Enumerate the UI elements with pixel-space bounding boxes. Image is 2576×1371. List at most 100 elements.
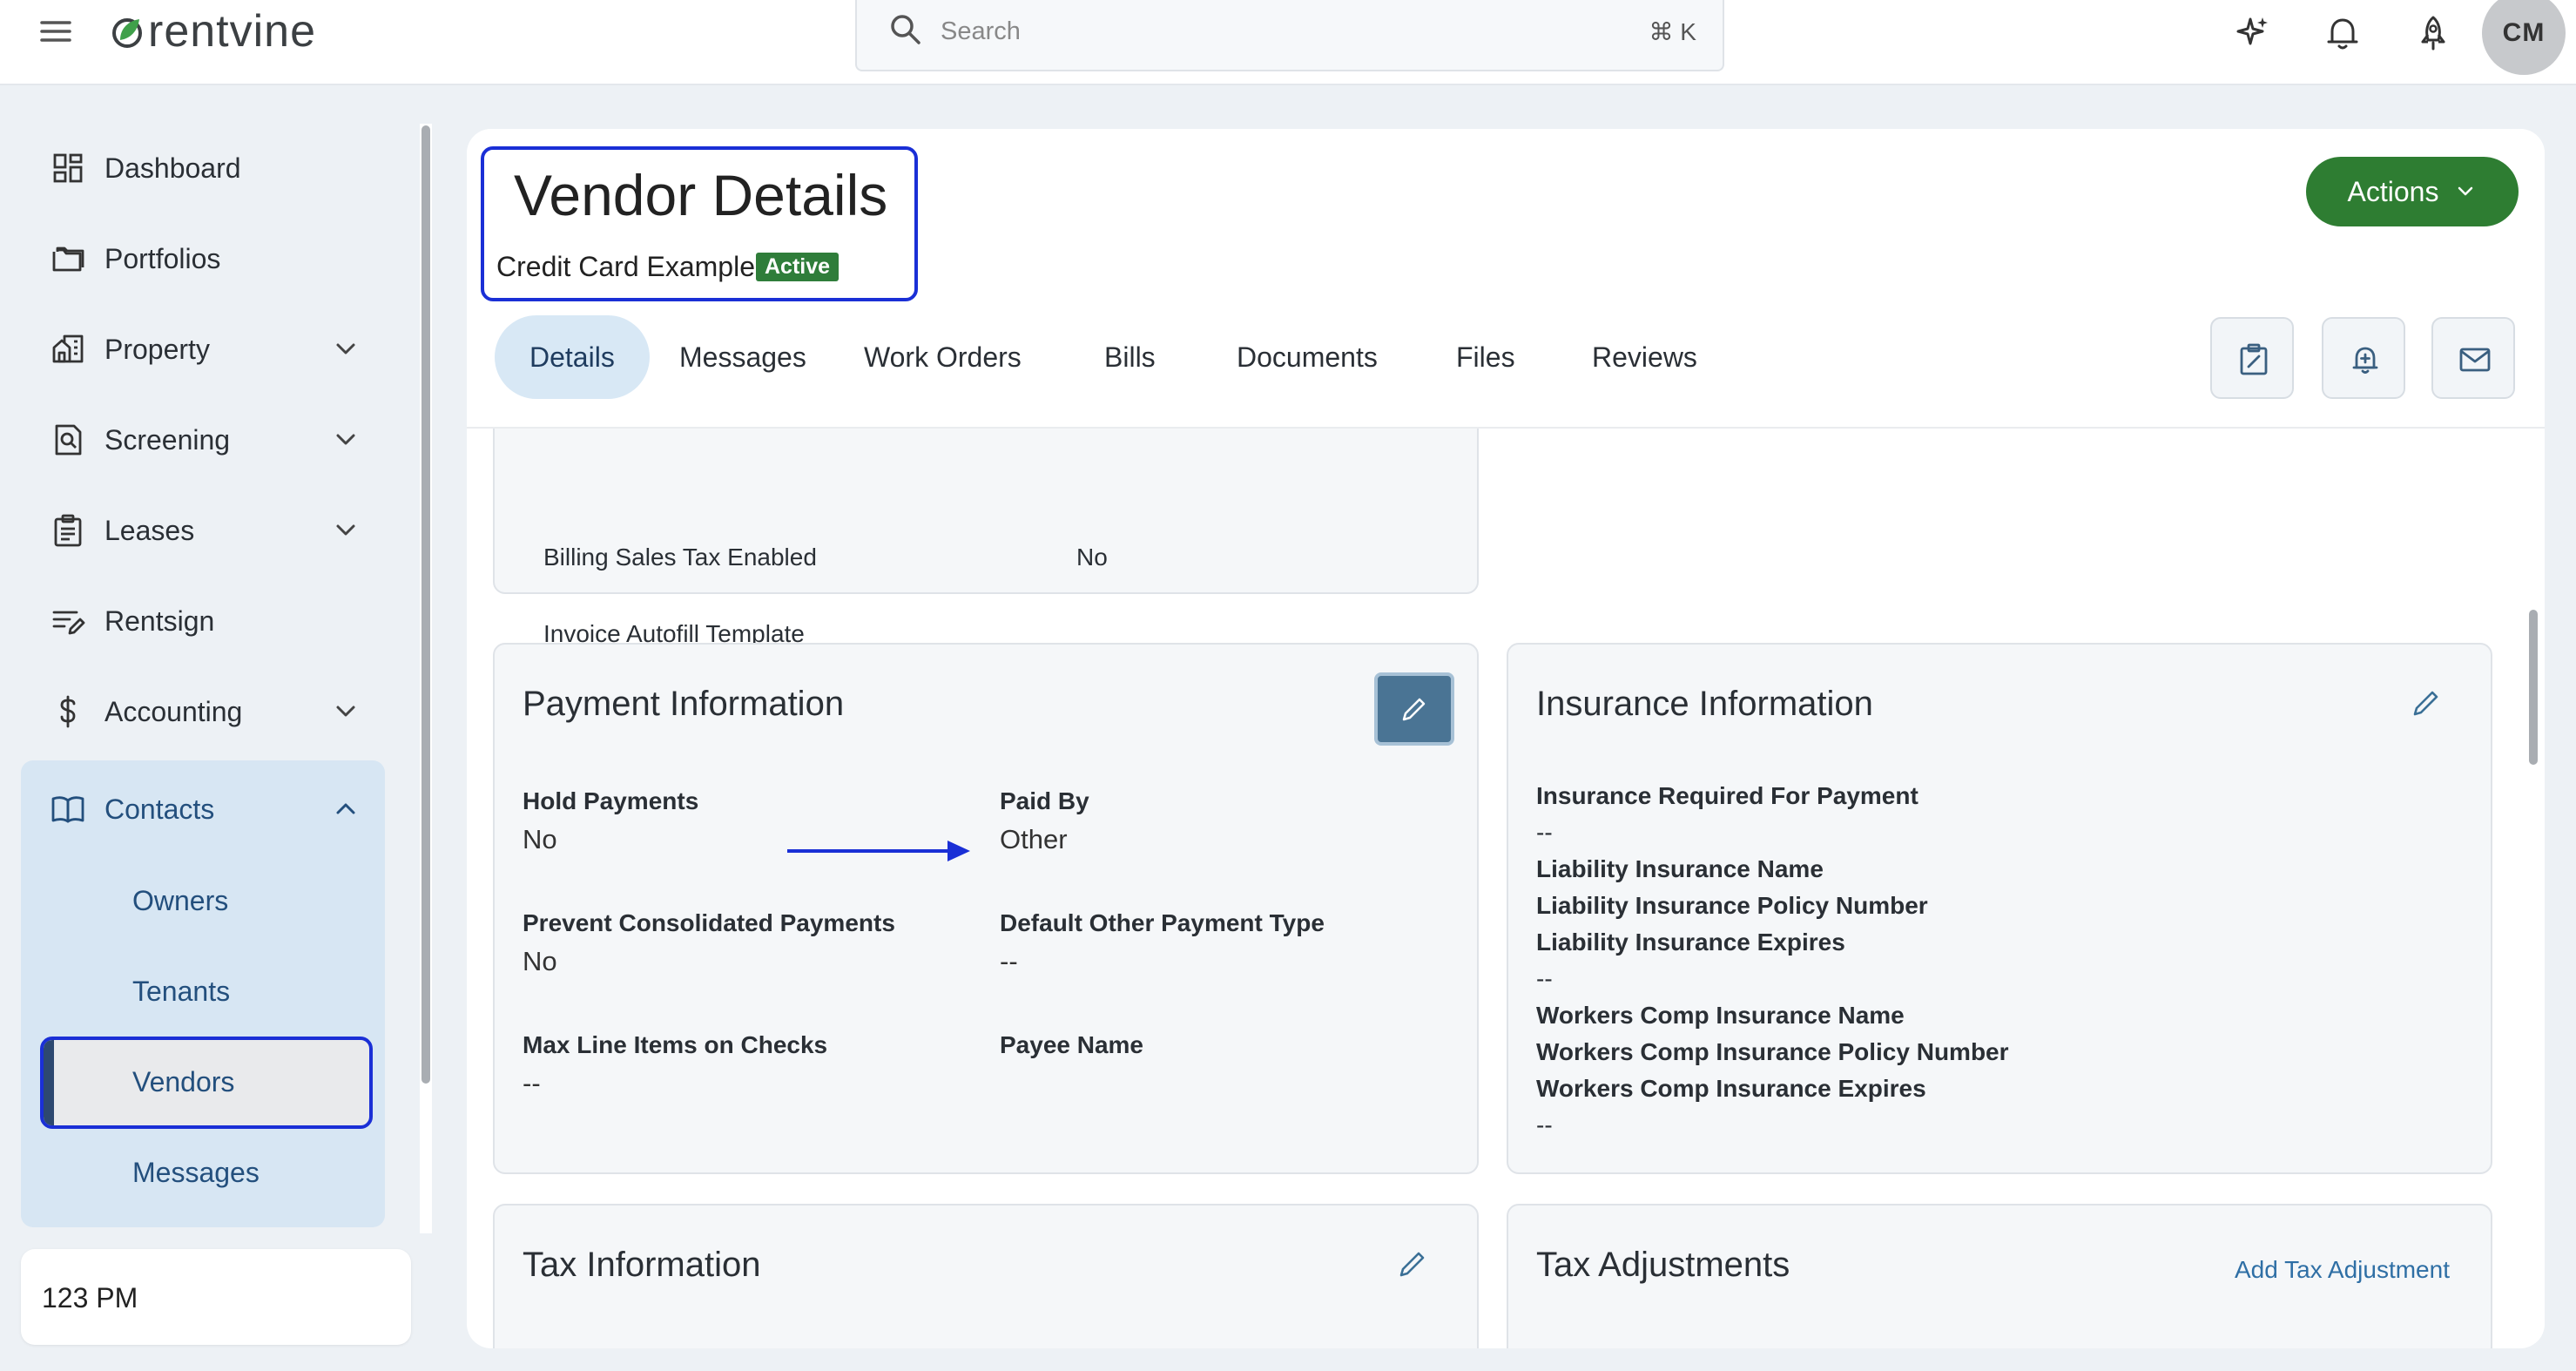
workers-comp-policy-label: Workers Comp Insurance Policy Number xyxy=(1536,1038,2009,1065)
time-text: 123 PM xyxy=(42,1282,138,1314)
liability-name-label: Liability Insurance Name xyxy=(1536,855,1824,882)
sidebar-sub-messages[interactable]: Messages xyxy=(21,1132,385,1212)
bell-icon[interactable] xyxy=(2322,12,2364,54)
sidebar-item-label: Leases xyxy=(105,514,195,546)
sidebar-item-label: Screening xyxy=(105,423,231,456)
rentvine-logo[interactable]: rentvine xyxy=(110,5,316,57)
sidebar-item-label: Rentsign xyxy=(105,604,215,637)
sidebar-item-label: Accounting xyxy=(105,695,243,727)
sidebar-item-contacts[interactable]: Contacts xyxy=(21,770,385,848)
page-title: Vendor Details xyxy=(514,163,888,227)
sidebar-item-rentsign[interactable]: Rentsign xyxy=(21,582,385,660)
active-indicator xyxy=(44,1040,54,1125)
search-input[interactable]: Search ⌘ K xyxy=(855,0,1724,71)
chevron-up-icon xyxy=(336,803,355,814)
sidebar-item-label: Dashboard xyxy=(105,152,241,184)
sidebar-scrollbar[interactable] xyxy=(421,125,430,1084)
max-line-items-label: Max Line Items on Checks xyxy=(523,1031,828,1058)
default-payment-type-label: Default Other Payment Type xyxy=(1000,909,1325,936)
add-tax-adjustment-link[interactable]: Add Tax Adjustment xyxy=(2235,1256,2450,1284)
sidebar-sub-label: Vendors xyxy=(132,1066,235,1097)
tab-messages[interactable]: Messages xyxy=(679,315,806,399)
sidebar-item-property[interactable]: Property xyxy=(21,310,385,388)
billing-cut-label: Billing Sales Tax Enabled xyxy=(543,544,817,571)
paid-by-value: Other xyxy=(1000,824,1068,854)
prevent-consolidated-value: No xyxy=(523,946,557,976)
liability-policy-label: Liability Insurance Policy Number xyxy=(1536,892,1928,919)
tabs-divider xyxy=(467,427,2545,429)
email-button[interactable] xyxy=(2431,317,2515,399)
tab-label: Documents xyxy=(1237,341,1378,373)
billing-cut-value: No xyxy=(1076,544,1108,571)
building-icon xyxy=(52,334,84,363)
tab-work-orders[interactable]: Work Orders xyxy=(864,315,1022,399)
actions-button[interactable]: Actions xyxy=(2306,157,2519,226)
search-shortcut: ⌘ K xyxy=(1649,18,1696,45)
payment-card: Payment Information Hold Payments No Pai… xyxy=(493,643,1479,1174)
edit-note-button[interactable] xyxy=(2210,317,2294,399)
main-scrollbar[interactable] xyxy=(2529,610,2538,765)
pencil-icon[interactable] xyxy=(1395,1246,1430,1280)
insurance-required-label: Insurance Required For Payment xyxy=(1536,782,1919,809)
menu-icon[interactable] xyxy=(37,14,75,49)
sidebar-item-dashboard[interactable]: Dashboard xyxy=(21,129,385,207)
workers-comp-expires-label: Workers Comp Insurance Expires xyxy=(1536,1075,1926,1102)
insurance-title: Insurance Information xyxy=(1536,685,1873,723)
clipboard-icon xyxy=(54,514,82,547)
sidebar-item-accounting[interactable]: Accounting xyxy=(21,672,385,751)
tax-adjustments-title: Tax Adjustments xyxy=(1536,1246,1790,1284)
chevron-down-icon xyxy=(336,434,355,445)
sidebar-sub-label: Owners xyxy=(132,884,229,916)
tab-label: Files xyxy=(1456,341,1515,373)
edit-note-icon xyxy=(2240,343,2268,375)
tab-label: Work Orders xyxy=(864,341,1022,373)
tab-bills[interactable]: Bills xyxy=(1104,315,1156,399)
mail-icon xyxy=(2459,348,2491,372)
sidebar-item-leases[interactable]: Leases xyxy=(21,491,385,570)
insurance-required-value: -- xyxy=(1536,819,1553,846)
search-placeholder: Search xyxy=(941,17,1021,45)
avatar[interactable]: CM xyxy=(2482,0,2566,75)
tab-label: Details xyxy=(529,341,615,373)
payment-edit-button[interactable] xyxy=(1374,672,1454,746)
top-bar: rentvine Search ⌘ K CM xyxy=(0,0,2576,85)
search-icon xyxy=(891,15,920,44)
tab-label: Bills xyxy=(1104,341,1156,373)
sidebar-sub-owners[interactable]: Owners xyxy=(21,861,385,941)
workers-comp-expires-value: -- xyxy=(1536,1111,1553,1138)
paid-by-label: Paid By xyxy=(1000,787,1089,814)
book-icon xyxy=(51,796,84,823)
bell-plus-icon xyxy=(2352,347,2378,374)
add-reminder-button[interactable] xyxy=(2322,317,2405,399)
sparkle-icon[interactable] xyxy=(2231,12,2273,54)
prevent-consolidated-label: Prevent Consolidated Payments xyxy=(523,909,895,936)
arrow-right-icon xyxy=(787,841,970,861)
sidebar-item-screening[interactable]: Screening xyxy=(21,401,385,479)
tax-adjustments-card: Tax Adjustments Add Tax Adjustment xyxy=(1507,1204,2492,1348)
screening-icon xyxy=(55,424,82,456)
sidebar-sub-label: Messages xyxy=(132,1156,260,1188)
status-badge: Active xyxy=(756,253,840,281)
tax-info-title: Tax Information xyxy=(523,1246,761,1284)
sidebar-item-label: Contacts xyxy=(105,793,215,825)
dashboard-icon xyxy=(53,153,83,183)
hold-payments-label: Hold Payments xyxy=(523,787,699,814)
sidebar-sub-tenants[interactable]: Tenants xyxy=(21,951,385,1031)
logo-text: rentvine xyxy=(148,6,316,57)
sidebar-sub-vendors[interactable]: Vendors xyxy=(40,1037,373,1129)
tab-details[interactable]: Details xyxy=(495,315,650,399)
tab-label: Reviews xyxy=(1592,341,1697,373)
tab-reviews[interactable]: Reviews xyxy=(1592,315,1697,399)
max-line-items-value: -- xyxy=(523,1068,541,1098)
tab-label: Messages xyxy=(679,341,806,373)
insurance-card: Insurance Information Insurance Required… xyxy=(1507,643,2492,1174)
rocket-icon[interactable] xyxy=(2412,12,2454,54)
pencil-icon[interactable] xyxy=(2409,685,2444,719)
sidebar-sub-label: Tenants xyxy=(132,975,231,1007)
payee-name-label: Payee Name xyxy=(1000,1031,1144,1058)
sign-icon xyxy=(52,611,85,635)
vendor-name: Credit Card Example xyxy=(496,251,755,282)
sidebar-item-portfolios[interactable]: Portfolios xyxy=(21,219,385,298)
tab-files[interactable]: Files xyxy=(1456,315,1515,399)
tab-documents[interactable]: Documents xyxy=(1237,315,1378,399)
